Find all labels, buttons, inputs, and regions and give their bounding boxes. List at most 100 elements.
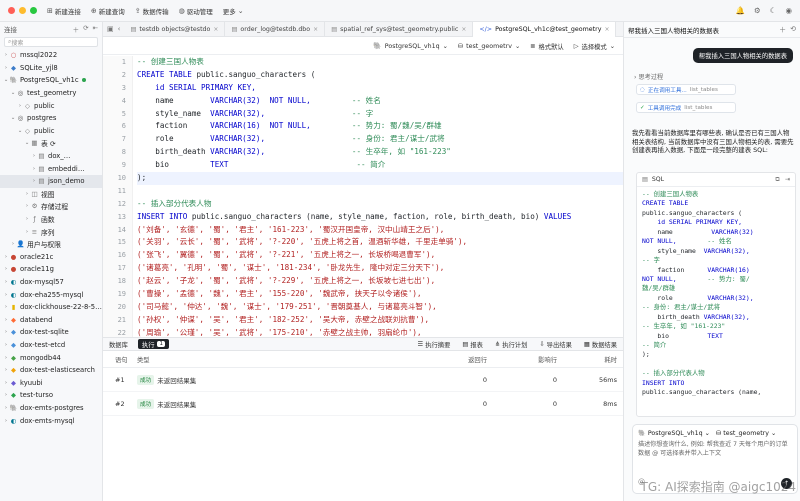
sidebar-tree-item[interactable]: › ● oracle11g — [0, 263, 102, 276]
execute-mode-button[interactable]: ▷ 选择模式 ⌄ — [574, 42, 615, 51]
sidebar-tree-item[interactable]: › ƒ 函数 — [0, 213, 102, 226]
chat-database-select[interactable]: ⛁ test_geometry ⌄ — [716, 430, 776, 437]
minimize-window-button[interactable] — [19, 7, 26, 14]
sidebar-tree-item[interactable]: › ◆ test-turso — [0, 389, 102, 402]
code-line[interactable]: ('赵云', '子龙', '蜀', '武将', '?-229', '五虎上将之一… — [137, 275, 623, 288]
more-menu-button[interactable]: 更多 ⌄ — [223, 6, 244, 16]
history-icon[interactable]: ⟲ — [790, 25, 796, 35]
results-tab-data[interactable]: 数据库 — [103, 337, 134, 351]
code-line[interactable]: ('曹操', '孟德', '魏', '君主', '155-220', '魏武帝,… — [137, 288, 623, 301]
chevron-left-icon[interactable]: ‹ — [118, 25, 121, 33]
sidebar-tree-item[interactable]: ⌄ 🐘 PostgreSQL_vh1c — [0, 74, 102, 87]
code-line[interactable]: ('诸葛亮', '孔明', '蜀', '谋士', '181-234', '卧龙先… — [137, 262, 623, 275]
code-line[interactable]: ('孙权', '仲谋', '吴', '君主', '182-252', '吴大帝,… — [137, 314, 623, 327]
code-line[interactable]: id SERIAL PRIMARY KEY, — [137, 82, 623, 95]
code-line[interactable]: CREATE TABLE public.sanguo_characters ( — [137, 69, 623, 82]
sidebar-tree-item[interactable]: ⌄ ◇ public — [0, 125, 102, 138]
sidebar-tree-item[interactable]: › ◐ dox-emts-mysql — [0, 414, 102, 427]
github-icon[interactable]: ◉ — [785, 6, 792, 15]
close-tab-icon[interactable]: × — [461, 26, 466, 33]
code-line[interactable]: name VARCHAR(32) NOT NULL, -- 姓名 — [137, 95, 623, 108]
data-result-button[interactable]: ▦ 数据结果 — [584, 340, 617, 349]
export-button[interactable]: ⇩ 导出结果 — [539, 340, 571, 349]
chat-connection-select[interactable]: 🐘 PostgreSQL_vh1q ⌄ — [638, 429, 710, 437]
new-query-button[interactable]: ⊕ 新建查询 — [91, 6, 125, 16]
format-button[interactable]: ≣ 格式默认 — [530, 42, 563, 51]
sidebar-tree-item[interactable]: › 🐘 dox-emts-postgres — [0, 402, 102, 415]
driver-manager-button[interactable]: ◍ 驱动管理 — [179, 6, 213, 16]
plus-icon[interactable]: ＋ — [779, 25, 786, 35]
sidebar-tree-item[interactable]: › ○ mssql2022 — [0, 49, 102, 62]
sidebar-tree-item[interactable]: › ◆ dox-test-etcd — [0, 339, 102, 352]
code-lines[interactable]: -- 创建三国人物表 CREATE TABLE public.sanguo_cha… — [137, 56, 623, 339]
sidebar-tree-item[interactable]: › ▤ embeddi… — [0, 162, 102, 175]
sidebar-tree-item[interactable]: › ◆ dox-test-sqlite — [0, 326, 102, 339]
exec-summary-button[interactable]: ☰ 执行摘要 — [418, 340, 451, 349]
code-line[interactable]: INSERT INTO public.sanguo_characters (na… — [137, 211, 623, 224]
sidebar-tree-item[interactable]: ⌄ ▦ 表 ⟳ — [0, 137, 102, 150]
table-row[interactable]: #1 成功 未返回结果集 0 0 56ms — [103, 368, 623, 392]
sidebar-tree-item[interactable]: › ⚙ 存储过程 — [0, 200, 102, 213]
sidebar-tree-item[interactable]: ⌄ ◎ test_geometry — [0, 87, 102, 100]
gear-icon[interactable]: ⚙ — [754, 6, 761, 15]
database-select[interactable]: ⛁ test_geometrv ⌄ — [458, 43, 520, 50]
sidebar-tree-item[interactable]: › ◆ SQLite_yjl8 — [0, 62, 102, 75]
editor-tab[interactable]: </> PostgreSQL_vh1c@test_geometry × — [473, 21, 617, 37]
sidebar-toggle-icon[interactable]: ▣ — [107, 25, 114, 33]
thinking-toggle[interactable]: › 思考过程 — [634, 72, 663, 81]
code-line[interactable]: role VARCHAR(32), -- 身份: 君主/谋士/武将 — [137, 133, 623, 146]
sidebar-tree-item[interactable]: › ● oracle21c — [0, 251, 102, 264]
sidebar-tree-item[interactable]: › ◇ public — [0, 99, 102, 112]
chat-input-placeholder[interactable]: 描述你想查询什么, 例如: 帮我查近 7 天每个用户的订单数据 @ 可选择表并带… — [633, 441, 797, 458]
editor-tab[interactable]: ▤ order_log@testdb.dbo × — [225, 21, 326, 37]
sidebar-tree-item[interactable]: › ◐ dox-mysql57 — [0, 276, 102, 289]
report-button[interactable]: ▤ 报表 — [462, 340, 483, 349]
sidebar-tree-item[interactable]: › ≡ 序列 — [0, 225, 102, 238]
table-row[interactable]: #2 成功 未返回结果集 0 0 8ms — [103, 392, 623, 416]
close-window-button[interactable] — [8, 7, 15, 14]
connection-select[interactable]: 🐘 PostgreSQL_vh1q ⌄ — [373, 42, 448, 50]
sidebar-tree-item[interactable]: › ◫ 视图 — [0, 188, 102, 201]
insert-icon[interactable]: ⇥ — [785, 176, 790, 184]
data-transfer-button[interactable]: ⇪ 数据传输 — [135, 6, 169, 16]
new-connection-button[interactable]: ⊞ 新建连接 — [47, 6, 81, 16]
add-icon[interactable]: ＋ — [73, 24, 80, 34]
close-tab-icon[interactable]: × — [604, 26, 609, 33]
code-line[interactable]: style_name VARCHAR(32), -- 字 — [137, 108, 623, 121]
bell-icon[interactable]: 🔔 — [736, 6, 745, 15]
sidebar-tree-item[interactable]: › ▮ dox-clickhouse-22-8-5… — [0, 301, 102, 314]
code-line[interactable]: bio TEXT -- 简介 — [137, 159, 623, 172]
exec-plan-button[interactable]: ⋔ 执行计划 — [495, 340, 527, 349]
tool-call-card[interactable]: ◌ 正在调用工具... list_tables — [636, 84, 736, 95]
sidebar-search-input[interactable]: ⌕ 搜索 — [4, 37, 98, 47]
sidebar-tree-item[interactable]: › ◆ kyuubi — [0, 376, 102, 389]
close-tab-icon[interactable]: × — [213, 26, 218, 33]
refresh-icon[interactable]: ⟳ — [83, 24, 88, 34]
zoom-window-button[interactable] — [30, 7, 37, 14]
close-tab-icon[interactable]: × — [313, 26, 318, 33]
sidebar-tree-item[interactable]: › ◆ mongodb44 — [0, 351, 102, 364]
code-line[interactable] — [137, 185, 623, 198]
moon-icon[interactable]: ☾ — [770, 6, 777, 15]
sql-editor[interactable]: 1 2 3 4 5 6 7 8 9 10 11 12 13 14 15 16 17 18 19 20 21 22 -- 创… — [103, 56, 623, 339]
code-line[interactable]: ('关羽', '云长', '蜀', '武将', '?-220', '五虎上将之首… — [137, 236, 623, 249]
sidebar-tree-item[interactable]: › ◆ dox-test-elasticsearch — [0, 364, 102, 377]
copy-icon[interactable]: ⧉ — [775, 176, 779, 184]
sidebar-tree-item[interactable]: › ▤ json_demo — [0, 174, 102, 188]
sidebar-tree-item[interactable]: ⌄ ◎ postgres — [0, 112, 102, 125]
code-line[interactable]: ('张飞', '翼德', '蜀', '武将', '?-221', '五虎上将之一… — [137, 249, 623, 262]
sidebar-tree-item[interactable]: › ▤ dox_… — [0, 150, 102, 163]
code-line[interactable]: faction VARCHAR(16) NOT NULL, -- 势力: 蜀/魏… — [137, 120, 623, 133]
code-line[interactable]: -- 创建三国人物表 — [137, 56, 623, 69]
editor-tab[interactable]: ▤ testdb objects@testdo × — [124, 21, 226, 37]
code-line[interactable]: ('司马懿', '仲达', '魏', '谋士', '179-251', '晋朝奠… — [137, 301, 623, 314]
sidebar-tree-item[interactable]: › 👤 用户与权限 — [0, 238, 102, 251]
collapse-icon[interactable]: ⇤ — [93, 24, 98, 34]
code-line[interactable]: -- 插入部分代表人物 — [137, 198, 623, 211]
tool-done-card[interactable]: ✓ 工具调用完成 list_tables — [636, 102, 736, 113]
sidebar-tree-item[interactable]: › ◆ databend — [0, 313, 102, 326]
editor-tab[interactable]: ▤ spatial_ref_sys@test_geometry.public × — [325, 21, 474, 37]
code-line[interactable]: ); — [137, 172, 623, 185]
code-line[interactable]: ('刘备', '玄德', '蜀', '君主', '161-223', '蜀汉开国… — [137, 224, 623, 237]
code-line[interactable]: birth_death VARCHAR(32), -- 生卒年, 如 "161-… — [137, 146, 623, 159]
